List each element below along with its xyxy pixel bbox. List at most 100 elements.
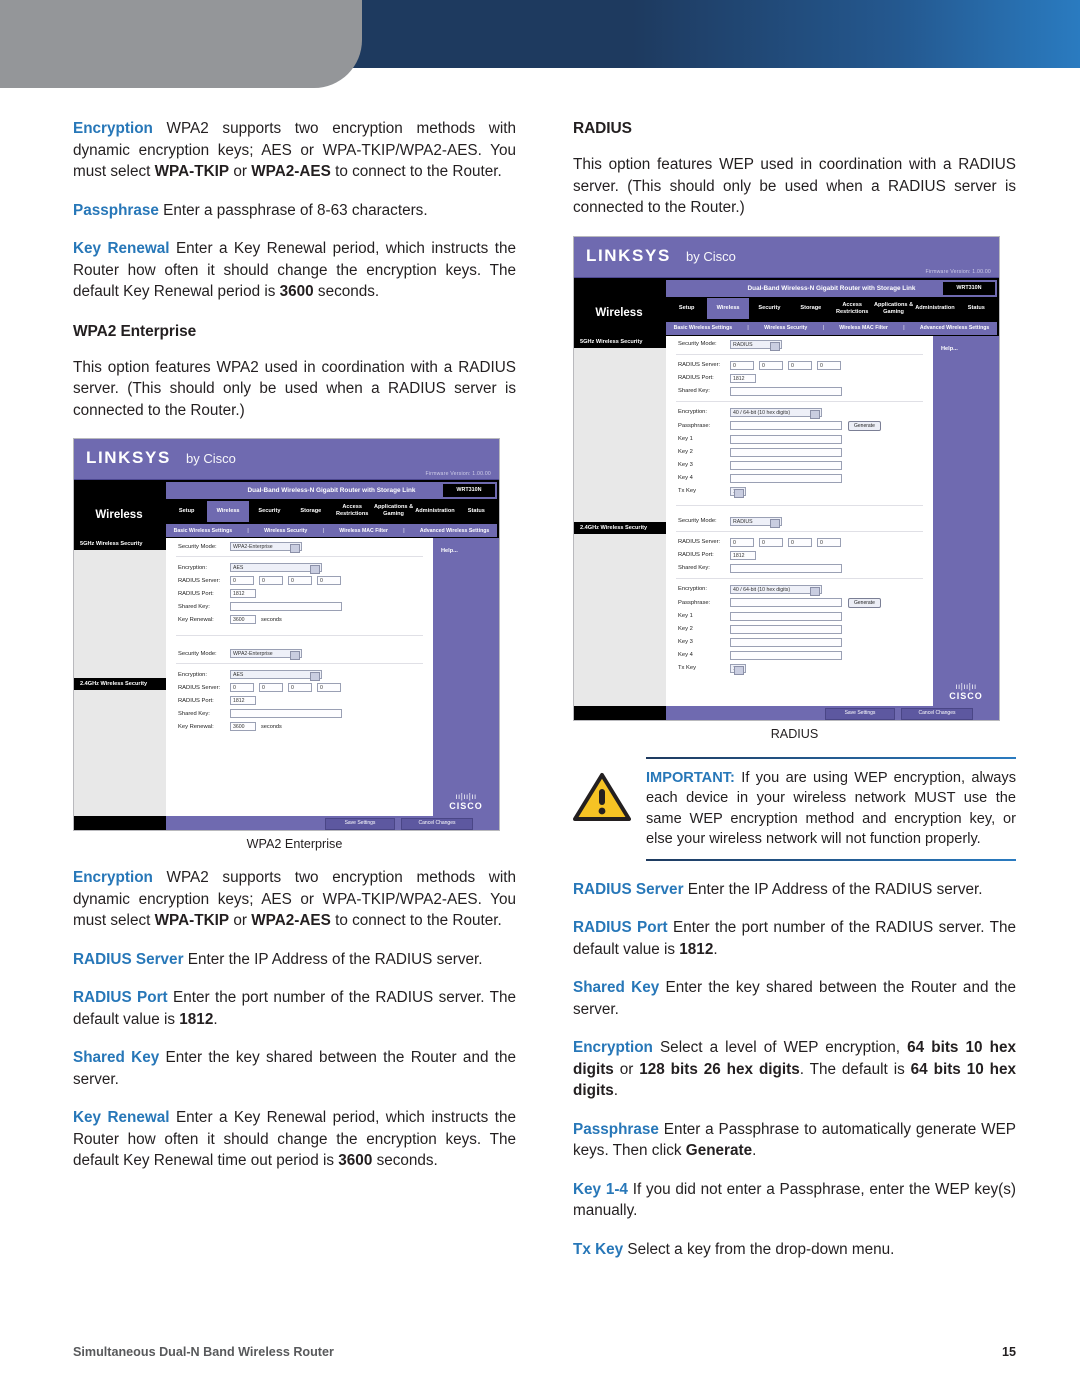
input-key-2-5ghz[interactable] bbox=[730, 447, 842, 457]
subtab-advanced-wireless-settings[interactable]: Advanced Wireless Settings bbox=[920, 325, 989, 331]
input-key-3-5ghz[interactable] bbox=[730, 460, 842, 470]
input-key-renewal-24ghz[interactable]: 3600 bbox=[230, 722, 256, 731]
screenshot-nav: Dual-Band Wireless-N Gigabit Router with… bbox=[574, 277, 999, 336]
sidebar-fill bbox=[574, 347, 666, 522]
input-radius-port-5ghz[interactable]: 1812 bbox=[730, 373, 756, 383]
input-key-renewal-5ghz[interactable]: 3600 bbox=[230, 615, 256, 624]
input-shared-key-24ghz[interactable] bbox=[230, 709, 342, 718]
label-key-3: Key 3 bbox=[678, 639, 693, 645]
generate-button-5ghz[interactable]: Generate bbox=[848, 420, 881, 431]
select-security-mode-24ghz[interactable]: WPA2-Enterprise bbox=[230, 649, 302, 660]
text: or bbox=[229, 912, 252, 929]
input-key-4-5ghz[interactable] bbox=[730, 473, 842, 483]
select-encryption-5ghz[interactable]: 40 / 64-bit (10 hex digits) bbox=[730, 407, 822, 419]
input-radius-octet-4[interactable]: 0 bbox=[317, 576, 341, 585]
input-radius-octet-4[interactable]: 0 bbox=[317, 683, 341, 692]
help-label[interactable]: Help... bbox=[933, 336, 999, 352]
input-radius-octet-1[interactable]: 0 bbox=[230, 576, 254, 585]
text: to connect to the Router. bbox=[330, 912, 502, 929]
subtab-wireless-mac-filter[interactable]: Wireless MAC Filter bbox=[339, 528, 388, 534]
subtab-advanced-wireless-settings[interactable]: Advanced Wireless Settings bbox=[420, 528, 489, 534]
label-shared-key: Shared Key: bbox=[678, 388, 710, 394]
tab-setup[interactable]: Setup bbox=[666, 305, 707, 312]
tab-setup[interactable]: Setup bbox=[166, 508, 207, 515]
tab-administration[interactable]: Administration bbox=[414, 508, 455, 515]
input-radius-octet-3[interactable]: 0 bbox=[788, 360, 812, 370]
bold-wpa-tkip: WPA-TKIP bbox=[154, 163, 230, 180]
input-radius-octet-1[interactable]: 0 bbox=[230, 683, 254, 692]
paragraph-shared-key: Shared Key Enter the key shared between … bbox=[73, 1047, 516, 1090]
text: . The default is bbox=[799, 1060, 911, 1078]
input-radius-octet-2[interactable]: 0 bbox=[759, 360, 783, 370]
label-security-mode: Security Mode: bbox=[678, 341, 717, 347]
input-shared-key-5ghz[interactable] bbox=[730, 386, 842, 396]
select-security-mode-5ghz[interactable]: RADIUS bbox=[730, 339, 782, 351]
input-radius-port-24ghz[interactable]: 1812 bbox=[230, 696, 256, 705]
input-passphrase-24ghz[interactable] bbox=[730, 598, 842, 607]
save-settings-button[interactable]: Save Settings bbox=[325, 818, 395, 830]
input-radius-octet-3[interactable]: 0 bbox=[788, 537, 812, 547]
tab-wireless[interactable]: Wireless bbox=[707, 298, 749, 319]
text: Enter a passphrase of 8-63 characters. bbox=[158, 201, 428, 219]
tab-applications-gaming[interactable]: Applications & Gaming bbox=[373, 504, 414, 518]
input-key-2-24ghz[interactable] bbox=[730, 624, 842, 634]
select-security-mode-5ghz[interactable]: WPA2-Enterprise bbox=[230, 542, 302, 553]
input-passphrase-5ghz[interactable] bbox=[730, 421, 842, 430]
input-radius-octet-2[interactable]: 0 bbox=[259, 576, 283, 585]
tab-security[interactable]: Security bbox=[749, 305, 790, 312]
subtab-wireless-security[interactable]: Wireless Security bbox=[264, 528, 307, 534]
form-row-key3-5ghz: Key 3 bbox=[666, 460, 933, 470]
subtab-wireless-mac-filter[interactable]: Wireless MAC Filter bbox=[839, 325, 888, 331]
select-security-mode-24ghz[interactable]: RADIUS bbox=[730, 516, 782, 528]
input-radius-port-24ghz[interactable]: 1812 bbox=[730, 550, 756, 560]
subtab-separator: | bbox=[903, 325, 905, 331]
select-encryption-5ghz[interactable]: AES bbox=[230, 563, 322, 574]
select-tx-key-24ghz[interactable]: 1 bbox=[730, 663, 746, 675]
select-encryption-24ghz[interactable]: 40 / 64-bit (10 hex digits) bbox=[730, 584, 822, 596]
tab-storage[interactable]: Storage bbox=[290, 508, 331, 515]
subtab-basic-wireless-settings[interactable]: Basic Wireless Settings bbox=[174, 528, 232, 534]
tab-access-restrictions[interactable]: Access Restrictions bbox=[832, 302, 873, 316]
input-key-1-24ghz[interactable] bbox=[730, 611, 842, 621]
select-tx-key-5ghz[interactable]: 1 bbox=[730, 486, 746, 498]
input-radius-octet-1[interactable]: 0 bbox=[730, 537, 754, 547]
cancel-changes-button[interactable]: Cancel Changes bbox=[401, 818, 473, 830]
input-radius-octet-2[interactable]: 0 bbox=[259, 683, 283, 692]
label-key-3: Key 3 bbox=[678, 462, 693, 468]
select-encryption-24ghz[interactable]: AES bbox=[230, 670, 322, 681]
tab-access-restrictions[interactable]: Access Restrictions bbox=[332, 504, 373, 518]
input-radius-port-5ghz[interactable]: 1812 bbox=[230, 589, 256, 598]
input-key-3-24ghz[interactable] bbox=[730, 637, 842, 647]
input-radius-octet-2[interactable]: 0 bbox=[759, 537, 783, 547]
subtab-basic-wireless-settings[interactable]: Basic Wireless Settings bbox=[674, 325, 732, 331]
tab-storage[interactable]: Storage bbox=[790, 305, 831, 312]
tab-administration[interactable]: Administration bbox=[914, 305, 955, 312]
subtab-wireless-security[interactable]: Wireless Security bbox=[764, 325, 807, 331]
input-shared-key-5ghz[interactable] bbox=[230, 602, 342, 611]
generate-button-24ghz[interactable]: Generate bbox=[848, 597, 881, 608]
input-key-1-5ghz[interactable] bbox=[730, 434, 842, 444]
input-key-4-24ghz[interactable] bbox=[730, 650, 842, 660]
tab-applications-gaming[interactable]: Applications & Gaming bbox=[873, 302, 914, 316]
label-radius-server: RADIUS Server: bbox=[678, 539, 721, 545]
section-title: Wireless bbox=[95, 509, 143, 521]
paragraph-passphrase: Passphrase Enter a passphrase of 8-63 ch… bbox=[73, 200, 516, 222]
help-label[interactable]: Help... bbox=[433, 538, 499, 554]
input-radius-octet-3[interactable]: 0 bbox=[288, 683, 312, 692]
screenshot-logo-bar: LINKSYS by Cisco Firmware Version: 1.00.… bbox=[574, 236, 999, 278]
bold-wpa2-aes: WPA2-AES bbox=[251, 163, 331, 180]
input-radius-octet-3[interactable]: 0 bbox=[288, 576, 312, 585]
screenshot-form: Security Mode: RADIUS RADIUS Server: 0 0… bbox=[666, 335, 933, 706]
save-settings-button[interactable]: Save Settings bbox=[825, 707, 895, 720]
tab-wireless[interactable]: Wireless bbox=[207, 500, 249, 522]
input-radius-octet-1[interactable]: 0 bbox=[730, 360, 754, 370]
tab-status[interactable]: Status bbox=[456, 508, 497, 515]
input-shared-key-24ghz[interactable] bbox=[730, 563, 842, 573]
tab-status[interactable]: Status bbox=[956, 305, 997, 312]
label-key-4: Key 4 bbox=[678, 652, 693, 658]
cancel-changes-button[interactable]: Cancel Changes bbox=[901, 707, 973, 720]
input-radius-octet-4[interactable]: 0 bbox=[817, 537, 841, 547]
tab-security[interactable]: Security bbox=[249, 508, 290, 515]
cisco-logo: ıı|ıı|ıı CISCO bbox=[933, 682, 999, 701]
input-radius-octet-4[interactable]: 0 bbox=[817, 360, 841, 370]
